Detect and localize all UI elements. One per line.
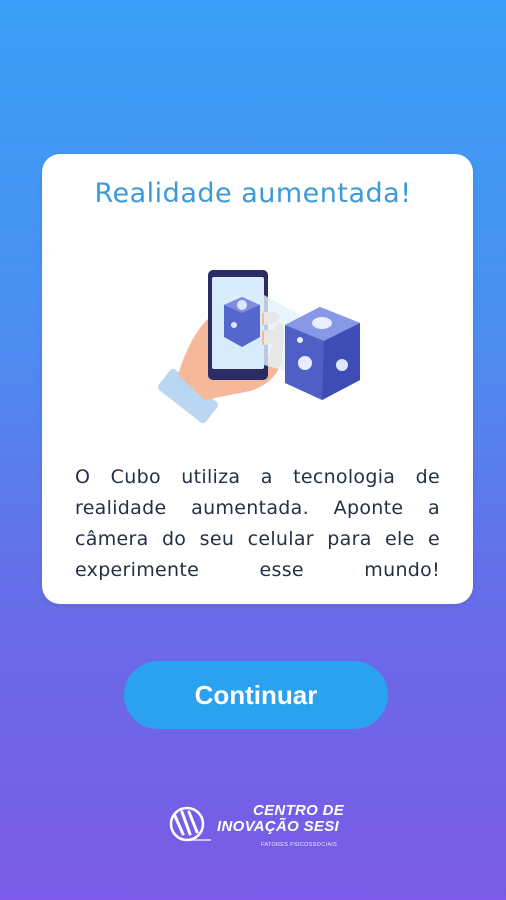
- sesi-logo-icon: [169, 806, 211, 842]
- card-description: O Cubo utiliza a tecnologia de realidade…: [75, 466, 440, 581]
- continue-button[interactable]: Continuar: [124, 661, 388, 729]
- logo-text-line1: CENTRO DE: [253, 802, 345, 819]
- phone-ar-cube-illustration: [157, 270, 360, 424]
- sesi-innovation-logo: CENTRO DE INOVAÇÃO SESI FATORES PSICOSSO…: [165, 800, 345, 858]
- logo-subtitle: FATORES PSICOSSOCIAIS: [261, 842, 338, 848]
- card-title: Realidade aumentada!: [94, 178, 412, 209]
- logo-text-line2: INOVAÇÃO SESI: [217, 818, 339, 835]
